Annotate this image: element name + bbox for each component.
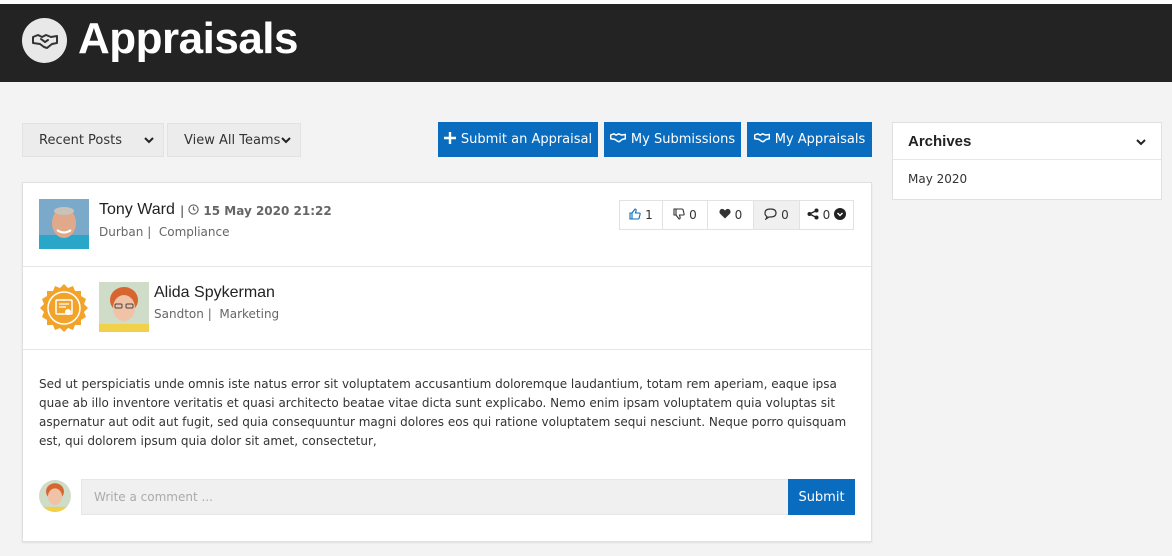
archives-header[interactable]: Archives — [893, 123, 1161, 160]
comment-icon — [764, 207, 777, 223]
recipient-location: Sandton — [154, 307, 204, 321]
comment-placeholder: Write a comment ... — [94, 490, 213, 504]
shares-count: 0 — [822, 208, 831, 222]
reaction-bar: 1 0 0 0 0 — [619, 200, 854, 230]
thumbs-up-icon — [629, 207, 641, 223]
thumbs-down-icon — [673, 207, 685, 223]
author-name[interactable]: Tony Ward — [99, 201, 175, 219]
handshake-icon — [22, 18, 67, 63]
recent-posts-select[interactable]: Recent Posts — [22, 123, 164, 157]
submit-appraisal-label: Submit an Appraisal — [460, 132, 593, 147]
dislike-button[interactable]: 0 — [663, 201, 708, 229]
author-meta: Durban | Compliance — [99, 225, 230, 239]
author-location: Durban — [99, 225, 144, 239]
meta-separator: | — [147, 225, 159, 239]
handshake-icon — [609, 132, 627, 147]
author-avatar[interactable] — [39, 199, 89, 249]
like-button[interactable]: 1 — [620, 201, 663, 229]
meta-separator: | — [207, 307, 220, 321]
plus-icon — [443, 131, 456, 148]
post-body: Sed ut perspiciatis unde omnis iste natu… — [39, 377, 847, 448]
love-button[interactable]: 0 — [708, 201, 754, 229]
post-date-text: 15 May 2020 21:22 — [203, 204, 332, 218]
award-badge-icon — [39, 283, 89, 333]
recent-posts-select-value: Recent Posts — [39, 132, 123, 148]
teams-select-value: View All Teams — [184, 132, 281, 148]
appraisal-post-card: Tony Ward | 15 May 2020 21:22 Durban | C… — [22, 182, 872, 542]
dislike-count: 0 — [689, 208, 697, 222]
separator: | — [180, 204, 185, 218]
archive-link[interactable]: May 2020 — [893, 160, 1161, 186]
love-count: 0 — [734, 208, 743, 222]
page-title: Appraisals — [78, 14, 298, 63]
like-count: 1 — [645, 208, 653, 222]
divider — [23, 266, 871, 267]
teams-select[interactable]: View All Teams — [167, 123, 301, 157]
recipient-avatar[interactable] — [99, 282, 149, 332]
submit-comment-button[interactable]: Submit — [788, 479, 855, 515]
my-appraisals-label: My Appraisals — [774, 132, 866, 147]
archives-title: Archives — [908, 132, 972, 150]
comments-button[interactable]: 0 — [754, 201, 800, 229]
share-icon — [807, 208, 819, 223]
my-submissions-button[interactable]: My Submissions — [604, 122, 741, 157]
recipient-meta: Sandton | Marketing — [154, 307, 279, 321]
commenter-avatar — [39, 480, 71, 512]
post-date: | 15 May 2020 21:22 — [180, 204, 332, 218]
archives-widget: Archives May 2020 — [892, 122, 1162, 200]
author-department: Compliance — [158, 225, 230, 239]
comment-input[interactable]: Write a comment ... — [81, 479, 789, 515]
my-submissions-label: My Submissions — [630, 132, 736, 147]
my-appraisals-button[interactable]: My Appraisals — [747, 122, 872, 157]
app-header: Appraisals — [0, 4, 1172, 82]
comments-count: 0 — [781, 208, 789, 222]
share-button[interactable]: 0 — [800, 201, 853, 229]
chevron-down-icon — [280, 134, 292, 150]
submit-appraisal-button[interactable]: Submit an Appraisal — [438, 122, 598, 157]
chevron-down-circle-icon — [834, 207, 847, 223]
divider — [23, 349, 871, 350]
recipient-department: Marketing — [219, 307, 280, 321]
clock-icon — [188, 204, 200, 218]
chevron-down-icon — [1135, 135, 1147, 152]
chevron-down-icon — [143, 134, 155, 150]
recipient-name[interactable]: Alida Spykerman — [154, 284, 275, 302]
heart-icon — [719, 208, 731, 222]
handshake-icon — [753, 132, 770, 147]
